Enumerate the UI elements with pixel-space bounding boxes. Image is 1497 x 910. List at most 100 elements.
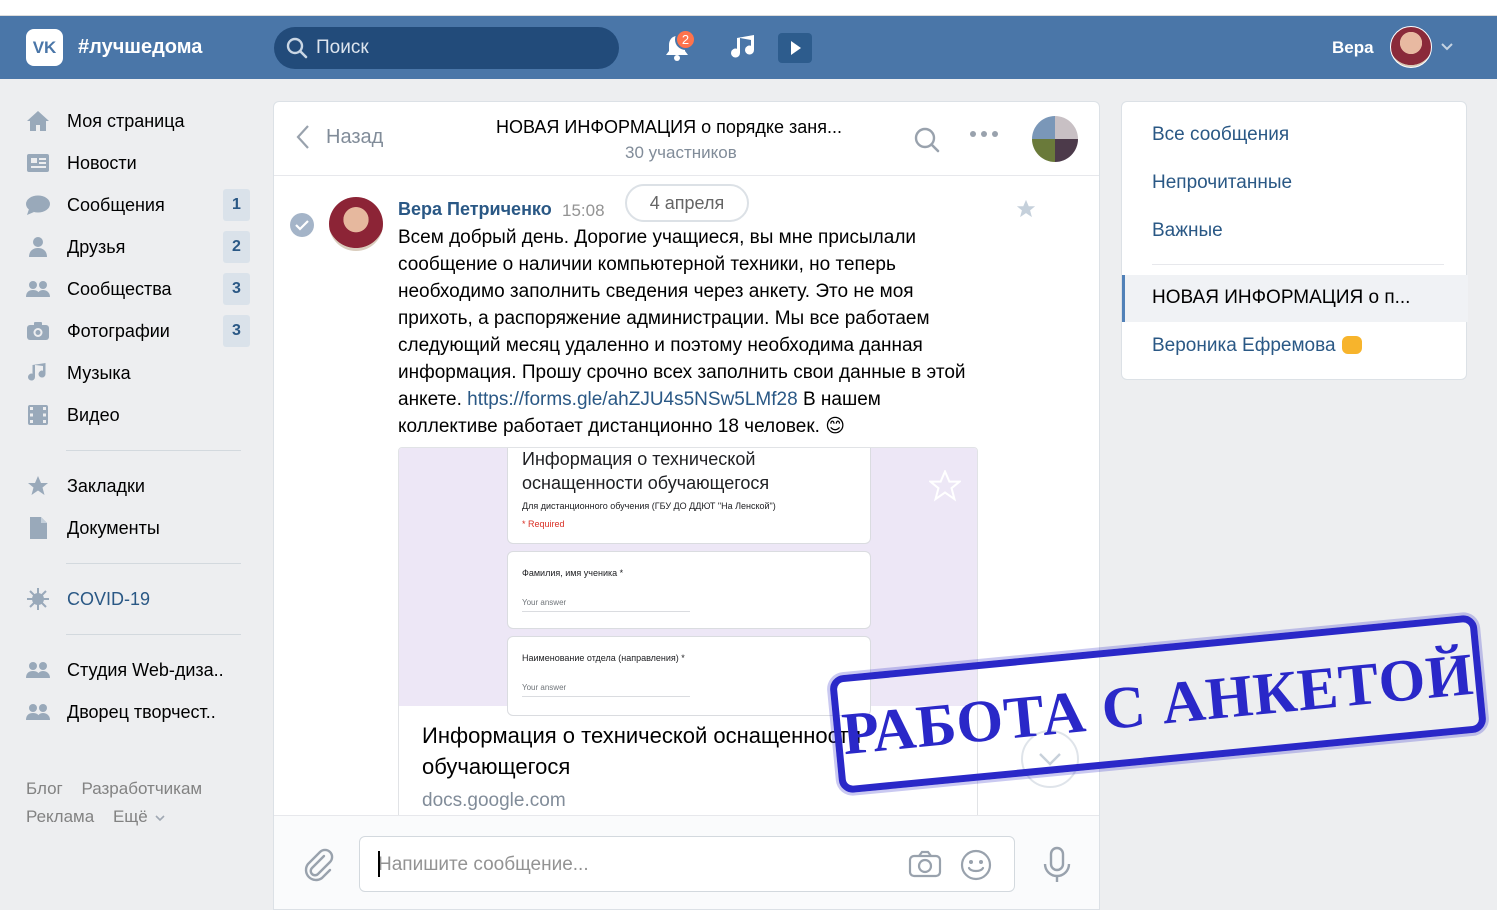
message-link[interactable]: https://forms.gle/ahZJU4s5NSw5LMf28	[467, 389, 798, 410]
sidebar-item-label: Видео	[67, 404, 120, 425]
footer-link-blog[interactable]: Блог	[26, 779, 63, 798]
chat-header: Назад НОВАЯ ИНФОРМАЦИЯ о порядке заня...…	[274, 102, 1099, 176]
nav-divider	[66, 450, 241, 451]
brand-hashtag[interactable]: #лучшедома	[78, 36, 202, 59]
chevron-down-icon	[155, 815, 165, 822]
active-chat-item[interactable]: НОВАЯ ИНФОРМАЦИЯ о п...	[1122, 275, 1468, 322]
sidebar-item-group[interactable]: Студия Web-диза..	[24, 649, 254, 691]
filter-all-messages[interactable]: Все сообщения	[1152, 124, 1289, 146]
sidebar-item-video[interactable]: Видео	[24, 394, 254, 436]
user-name[interactable]: Вера	[1332, 38, 1374, 58]
music-icon	[24, 361, 52, 385]
form-title: Информация о технической оснащенности об…	[522, 449, 770, 493]
sidebar-item-messages[interactable]: Сообщения 1	[24, 184, 254, 226]
sidebar-item-label: Студия Web-диза..	[67, 659, 224, 680]
notifications-badge: 2	[675, 29, 696, 50]
vk-logo[interactable]: VK	[26, 29, 63, 66]
sidebar-item-music[interactable]: Музыка	[24, 352, 254, 394]
filter-unread[interactable]: Непрочитанные	[1152, 172, 1292, 194]
footer-link-developers[interactable]: Разработчикам	[81, 779, 202, 798]
microphone-icon[interactable]	[1042, 846, 1072, 884]
avatar[interactable]	[329, 197, 383, 251]
chat-title[interactable]: НОВАЯ ИНФОРМАЦИЯ о порядке заня...	[496, 117, 876, 138]
paperclip-icon[interactable]	[302, 848, 334, 882]
message-composer	[274, 815, 1099, 909]
message-text: Всем добрый день. Дорогие учащиеся, вы м…	[398, 224, 978, 440]
sidebar-item-group[interactable]: Дворец творчест..	[24, 691, 254, 733]
message-input[interactable]	[378, 851, 878, 879]
sidebar-item-friends[interactable]: Друзья 2	[24, 226, 254, 268]
form-header-card: Информация о технической оснащенности об…	[507, 448, 871, 544]
photos-count-badge: 3	[223, 315, 250, 347]
sidebar-item-bookmarks[interactable]: Закладки	[24, 465, 254, 507]
form-subtitle: Для дистанционного обучения (ГБУ ДО ДДЮТ…	[522, 501, 776, 511]
star-icon	[24, 474, 52, 498]
sidebar-item-label: Дворец творчест..	[67, 701, 216, 722]
form-answer-placeholder: Your answer	[522, 683, 690, 697]
star-icon[interactable]	[929, 470, 961, 502]
search-input[interactable]	[316, 37, 596, 59]
nav-divider	[66, 634, 241, 635]
footer-link-ads[interactable]: Реклама	[26, 807, 94, 826]
sidebar-item-photos[interactable]: Фотографии 3	[24, 310, 254, 352]
attachment-preview: Информация о технической оснащенности об…	[399, 448, 977, 716]
search-icon	[286, 37, 308, 59]
messages-icon	[24, 193, 52, 217]
sidebar-item-documents[interactable]: Документы	[24, 507, 254, 549]
message-author[interactable]: Вера Петриченко	[398, 199, 552, 220]
chat-members-count[interactable]: 30 участников	[625, 143, 737, 163]
group-icon	[24, 700, 52, 724]
form-field-label: Фамилия, имя ученика *	[522, 568, 624, 578]
sidebar-item-news[interactable]: Новости	[24, 142, 254, 184]
user-avatar[interactable]	[1390, 26, 1432, 68]
sidebar-item-communities[interactable]: Сообщества 3	[24, 268, 254, 310]
sidebar-item-label: Закладки	[67, 475, 145, 496]
music-icon[interactable]	[728, 33, 762, 63]
sidebar-item-my-page[interactable]: Моя страница	[24, 100, 254, 142]
active-chat-label: НОВАЯ ИНФОРМАЦИЯ о п...	[1152, 287, 1411, 308]
video-icon	[24, 403, 52, 427]
filter-important[interactable]: Важные	[1152, 220, 1223, 242]
search-icon[interactable]	[914, 127, 940, 153]
smile-icon[interactable]	[960, 849, 992, 881]
communities-icon	[24, 277, 52, 301]
selected-check-icon[interactable]	[290, 213, 314, 237]
fist-emoji-icon	[1341, 336, 1362, 354]
star-icon[interactable]	[1016, 199, 1036, 219]
chat-avatar[interactable]	[1032, 116, 1078, 162]
play-icon[interactable]	[778, 33, 812, 63]
smile-emoji: 😊	[825, 416, 846, 437]
form-answer-placeholder: Your answer	[522, 598, 690, 612]
text-caret	[378, 851, 380, 877]
message-input-box[interactable]	[359, 836, 1015, 892]
back-button[interactable]: Назад	[296, 124, 383, 150]
sidebar-footer: Блог Разработчикам Реклама Ещё	[24, 775, 254, 831]
sidebar-item-label: Сообщения	[67, 194, 165, 215]
virus-icon	[24, 587, 52, 611]
message-time: 15:08	[562, 201, 605, 220]
browser-top-strip	[0, 0, 1497, 16]
form-field-card: Наименование отдела (направления) * Your…	[507, 636, 871, 716]
more-icon[interactable]	[969, 130, 999, 138]
chat-item-veronika[interactable]: Вероника Ефремова	[1152, 335, 1362, 357]
friends-icon	[24, 235, 52, 259]
nav-divider	[66, 563, 241, 564]
sidebar-item-label: COVID-19	[67, 588, 151, 609]
document-icon	[24, 516, 52, 540]
sidebar-item-covid[interactable]: COVID-19	[24, 578, 254, 620]
footer-link-more[interactable]: Ещё	[113, 807, 166, 826]
home-icon	[24, 109, 52, 133]
messages-filter-panel: Все сообщения Непрочитанные Важные НОВАЯ…	[1121, 101, 1468, 380]
search-bar[interactable]	[274, 27, 619, 69]
sidebar-item-label: Документы	[67, 517, 160, 538]
panel-divider	[1152, 264, 1444, 265]
form-required-note: * Required	[522, 519, 565, 529]
news-icon	[24, 151, 52, 175]
communities-count-badge: 3	[223, 273, 250, 305]
camera-icon[interactable]	[908, 850, 942, 878]
chat-item-label: Вероника Ефремова	[1152, 335, 1336, 356]
more-label: Ещё	[112, 807, 148, 826]
left-navigation: Моя страница Новости Сообщения 1 Друзья …	[24, 100, 254, 831]
chevron-down-icon[interactable]	[1440, 42, 1454, 52]
sidebar-item-label: Новости	[67, 152, 137, 173]
